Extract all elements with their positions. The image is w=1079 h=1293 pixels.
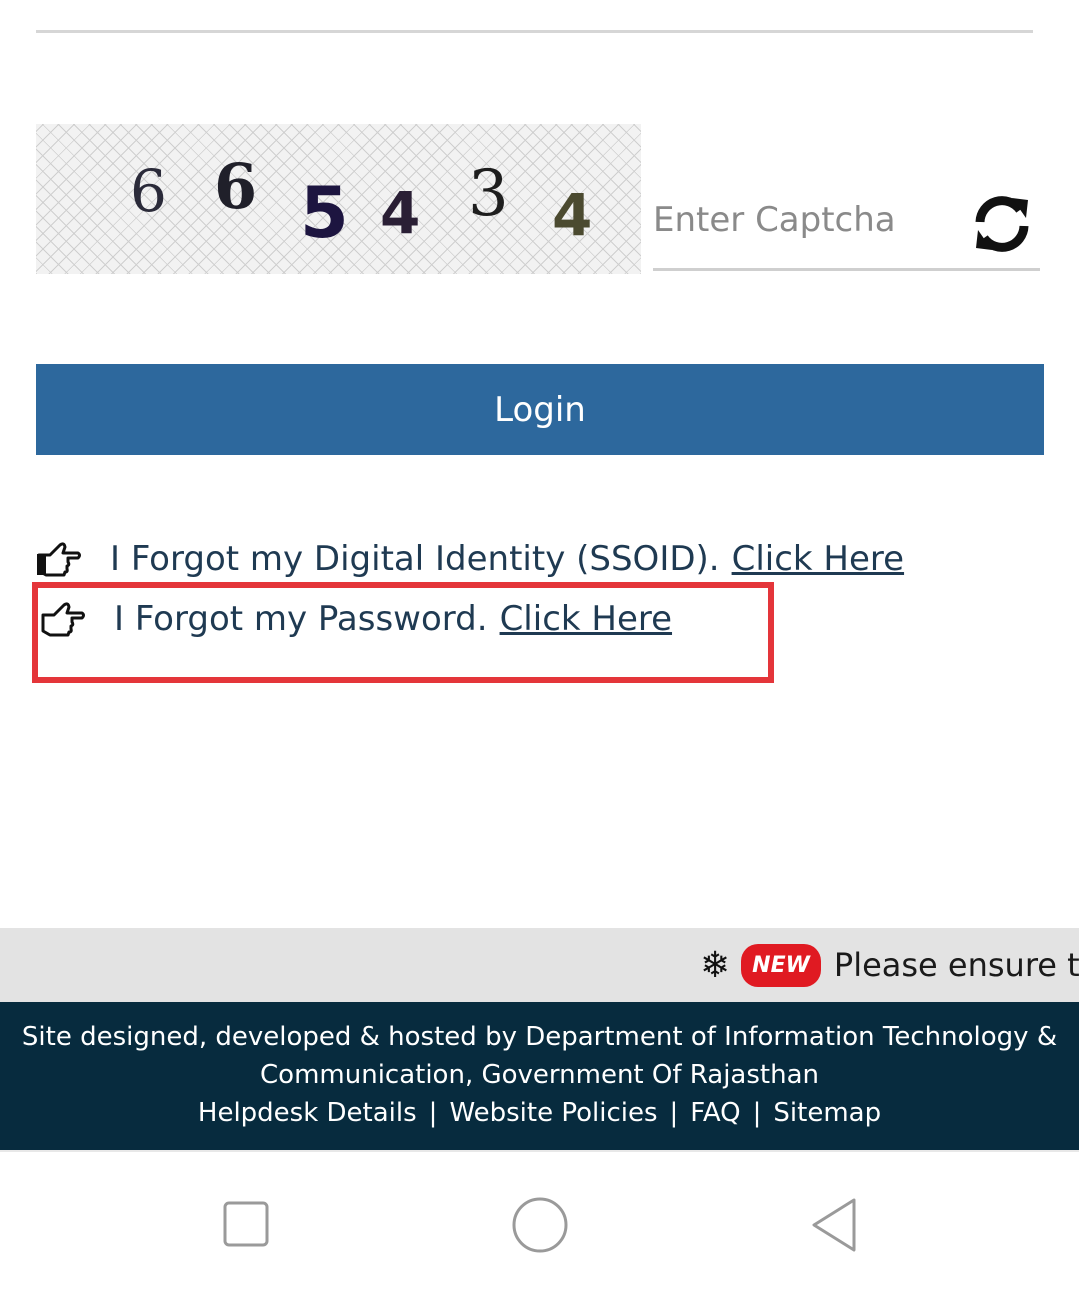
new-badge: NEW	[744, 946, 818, 984]
footer-link-policies[interactable]: Website Policies	[449, 1098, 657, 1128]
captcha-input-underline	[653, 268, 1040, 271]
login-button[interactable]: Login	[36, 364, 1044, 455]
news-ticker: ❄ NEW Please ensure th	[0, 928, 1079, 1002]
recent-apps-button[interactable]	[222, 1200, 270, 1252]
highlight-annotation	[32, 582, 774, 683]
forgot-ssoid-link[interactable]: Click Here	[732, 539, 904, 579]
captcha-digit: 4	[380, 179, 421, 247]
back-triangle-icon	[812, 1198, 856, 1252]
back-button[interactable]	[808, 1196, 860, 1258]
captcha-image: 6 6 5 4 3 4	[36, 124, 641, 274]
captcha-digit: 5	[300, 172, 349, 254]
footer-credit-line2: Communication, Government Of Rajasthan	[260, 1060, 819, 1090]
circle-icon	[512, 1197, 568, 1253]
footer-link-helpdesk[interactable]: Helpdesk Details	[198, 1098, 417, 1128]
footer-link-sitemap[interactable]: Sitemap	[773, 1098, 881, 1128]
footer: Site designed, developed & hosted by Dep…	[0, 1002, 1079, 1150]
refresh-icon	[975, 196, 1029, 252]
forgot-ssoid-row: I Forgot my Digital Identity (SSOID). Cl…	[36, 535, 904, 583]
footer-link-faq[interactable]: FAQ	[690, 1098, 740, 1128]
android-nav-bar	[0, 1150, 1079, 1293]
footer-links: Helpdesk Details | Website Policies | FAQ | Si…	[197, 1098, 882, 1128]
ticker-text[interactable]: Please ensure th	[834, 946, 1079, 984]
square-icon	[223, 1201, 269, 1247]
footer-credit-line1: Site designed, developed & hosted by Dep…	[21, 1022, 1058, 1052]
pointing-hand-icon	[37, 542, 81, 577]
captcha-digit: 6	[130, 157, 167, 225]
top-divider	[36, 30, 1033, 33]
captcha-input[interactable]	[653, 190, 963, 250]
refresh-captcha-button[interactable]	[970, 192, 1034, 256]
home-button[interactable]	[511, 1196, 569, 1258]
captcha-digit: 3	[468, 157, 509, 231]
captcha-digit: 6	[214, 150, 258, 223]
captcha-digit: 4	[552, 181, 593, 249]
forgot-ssoid-text: I Forgot my Digital Identity (SSOID).	[110, 539, 720, 579]
snowflake-icon: ❄	[700, 944, 731, 986]
